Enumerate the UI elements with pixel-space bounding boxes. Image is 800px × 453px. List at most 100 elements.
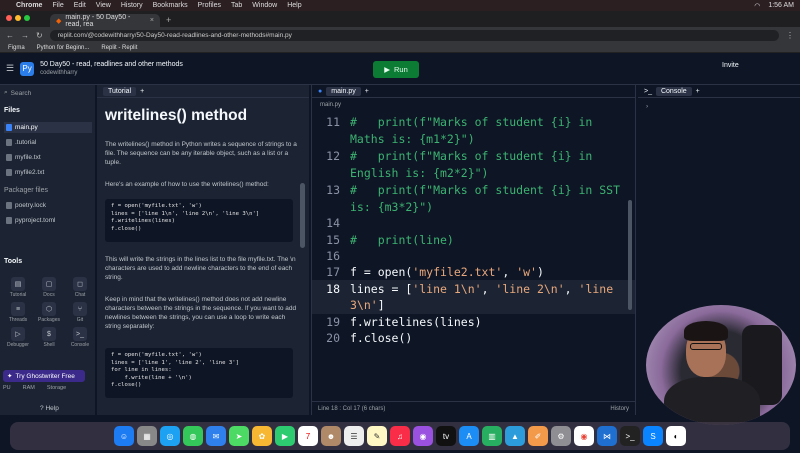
tool-label: Debugger bbox=[7, 342, 29, 348]
podcasts-icon[interactable]: ◉ bbox=[413, 426, 433, 446]
bookmark-python[interactable]: Python for Beginn... bbox=[37, 45, 90, 51]
tool-shell[interactable]: $ Shell bbox=[35, 327, 63, 348]
tool-debugger[interactable]: ▷ Debugger bbox=[4, 327, 32, 348]
tab-main-py[interactable]: main.py bbox=[326, 86, 361, 96]
code-line[interactable]: # print(line) bbox=[350, 233, 454, 247]
invite-button[interactable]: Invite bbox=[722, 62, 739, 69]
file-myfile2-txt[interactable]: myfile2.txt bbox=[4, 167, 92, 178]
menu-view[interactable]: View bbox=[96, 2, 111, 9]
reload-icon[interactable]: ↻ bbox=[36, 31, 43, 40]
help-button[interactable]: ? Help bbox=[40, 405, 59, 412]
search-box[interactable]: ⌕ Search bbox=[4, 87, 90, 99]
file-main-py[interactable]: main.py bbox=[4, 122, 92, 133]
numbers-icon[interactable]: ▥ bbox=[482, 426, 502, 446]
tool-console[interactable]: >_ Console bbox=[66, 327, 94, 348]
extensions-icon[interactable]: ⋮ bbox=[786, 31, 794, 40]
close-window-icon[interactable] bbox=[6, 15, 12, 21]
notes-icon[interactable]: ✎ bbox=[367, 426, 387, 446]
minimize-window-icon[interactable] bbox=[15, 15, 21, 21]
launchpad-icon[interactable]: ▦ bbox=[137, 426, 157, 446]
pages-icon[interactable]: ✐ bbox=[528, 426, 548, 446]
shazam-icon[interactable]: S bbox=[643, 426, 663, 446]
code-line-wrap[interactable]: English is: {m2*2}") bbox=[350, 166, 488, 180]
app-menu[interactable]: Chrome bbox=[16, 2, 42, 9]
code-line[interactable]: lines = ['line 1\n', 'line 2\n', 'line bbox=[350, 282, 613, 296]
console-prompt[interactable]: › bbox=[646, 103, 648, 110]
sidebar-toggle-icon[interactable]: ☰ bbox=[6, 63, 14, 74]
tab-console[interactable]: Console bbox=[655, 86, 692, 96]
add-tab-icon[interactable]: + bbox=[365, 88, 369, 95]
code-line[interactable]: f.writelines(lines) bbox=[350, 315, 482, 329]
tv-icon[interactable]: tv bbox=[436, 426, 456, 446]
browser-tab[interactable]: ◆ main.py - 50 Day50 - read, rea × bbox=[50, 14, 160, 28]
file-tutorial[interactable]: .tutorial bbox=[4, 137, 92, 148]
facetime-icon[interactable]: ▶ bbox=[275, 426, 295, 446]
calendar-icon[interactable]: 7 bbox=[298, 426, 318, 446]
menu-window[interactable]: Window bbox=[252, 2, 277, 9]
add-tab-icon[interactable]: + bbox=[696, 88, 700, 95]
tool-tutorial[interactable]: ▤ Tutorial bbox=[4, 277, 32, 298]
history-button[interactable]: History bbox=[610, 406, 629, 412]
repl-title-block[interactable]: 50 Day50 - read, readlines and other met… bbox=[40, 60, 183, 78]
tool-docs[interactable]: ▢ Docs bbox=[35, 277, 63, 298]
menu-bookmarks[interactable]: Bookmarks bbox=[153, 2, 188, 9]
terminal-icon[interactable]: >_ bbox=[620, 426, 640, 446]
tab-tutorial[interactable]: Tutorial bbox=[103, 86, 137, 96]
back-icon[interactable]: ← bbox=[6, 31, 14, 40]
breadcrumb[interactable]: main.py bbox=[320, 102, 341, 108]
code-line[interactable]: f.close() bbox=[350, 331, 412, 345]
menu-profiles[interactable]: Profiles bbox=[198, 2, 221, 9]
new-tab-icon[interactable]: + bbox=[166, 15, 171, 25]
messages-icon[interactable]: ◍ bbox=[183, 426, 203, 446]
code-line-wrap[interactable]: Maths is: {m1*2}") bbox=[350, 132, 475, 146]
photos-icon[interactable]: ✿ bbox=[252, 426, 272, 446]
tutorial-scrollbar[interactable] bbox=[300, 183, 305, 248]
app-store-icon[interactable]: A bbox=[459, 426, 479, 446]
menu-tab[interactable]: Tab bbox=[231, 2, 242, 9]
tool-git[interactable]: ⑂ Git bbox=[66, 302, 94, 323]
code-line[interactable]: f = open('myfile2.txt', 'w') bbox=[350, 265, 544, 279]
ghostwriter-button[interactable]: ✦ Try Ghostwriter Free bbox=[3, 370, 85, 382]
reminders-icon[interactable]: ☰ bbox=[344, 426, 364, 446]
code-line-wrap[interactable]: 3\n'] bbox=[350, 298, 385, 312]
forward-icon[interactable]: → bbox=[21, 31, 29, 40]
menu-help[interactable]: Help bbox=[287, 2, 301, 9]
system-settings-icon[interactable]: ⚙ bbox=[551, 426, 571, 446]
maps-icon[interactable]: ➤ bbox=[229, 426, 249, 446]
tool-chat[interactable]: ◻ Chat bbox=[66, 277, 94, 298]
menu-edit[interactable]: Edit bbox=[74, 2, 86, 9]
wifi-icon[interactable]: ◠ bbox=[754, 2, 760, 10]
tool-packages[interactable]: ⬡ Packages bbox=[35, 302, 63, 323]
close-tab-icon[interactable]: × bbox=[150, 17, 154, 24]
line-number: 14 bbox=[326, 216, 340, 230]
add-tab-icon[interactable]: + bbox=[140, 88, 144, 95]
tool-label: Tutorial bbox=[9, 292, 27, 298]
bookmark-figma[interactable]: Figma bbox=[8, 45, 25, 51]
github-icon[interactable]: ◐ bbox=[666, 426, 686, 446]
keynote-icon[interactable]: ▲ bbox=[505, 426, 525, 446]
contacts-icon[interactable]: ☻ bbox=[321, 426, 341, 446]
run-button[interactable]: ▶ Run bbox=[373, 61, 419, 78]
tool-threads[interactable]: ≡ Threads bbox=[4, 302, 32, 323]
repl-title: 50 Day50 - read, readlines and other met… bbox=[40, 60, 183, 68]
music-icon[interactable]: ♫ bbox=[390, 426, 410, 446]
menu-history[interactable]: History bbox=[121, 2, 143, 9]
file-pyproject[interactable]: pyproject.toml bbox=[4, 215, 92, 226]
code-line-wrap[interactable]: is: {m3*2}") bbox=[350, 200, 433, 214]
vscode-icon[interactable]: ⋈ bbox=[597, 426, 617, 446]
finder-icon[interactable]: ☺ bbox=[114, 426, 134, 446]
editor-scrollbar[interactable] bbox=[628, 200, 632, 310]
code-line[interactable]: # print(f"Marks of student {i} in bbox=[350, 115, 592, 129]
mail-icon[interactable]: ✉ bbox=[206, 426, 226, 446]
menu-file[interactable]: File bbox=[52, 2, 63, 9]
safari-icon[interactable]: ◎ bbox=[160, 426, 180, 446]
code-line[interactable]: # print(f"Marks of student {i} in SST bbox=[350, 183, 620, 197]
url-field[interactable]: replit.com/@codewithharry/50-Day50-read-… bbox=[49, 29, 779, 41]
chrome-icon[interactable]: ◉ bbox=[574, 426, 594, 446]
zoom-window-icon[interactable] bbox=[24, 15, 30, 21]
code-line[interactable]: # print(f"Marks of student {i} in bbox=[350, 149, 592, 163]
file-poetry-lock[interactable]: poetry.lock bbox=[4, 200, 92, 211]
clock[interactable]: 1:56 AM bbox=[768, 2, 794, 10]
bookmark-replit[interactable]: Replit - Replit bbox=[101, 45, 137, 51]
file-myfile-txt[interactable]: myfile.txt bbox=[4, 152, 92, 163]
